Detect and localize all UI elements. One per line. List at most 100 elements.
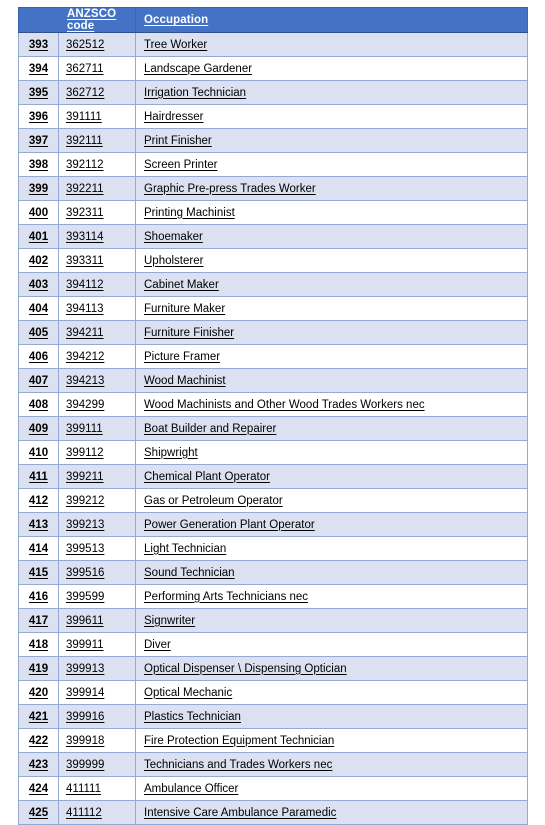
cell-occupation[interactable]: Optical Mechanic (135, 680, 528, 705)
cell-occupation[interactable]: Chemical Plant Operator (135, 464, 528, 489)
table-row[interactable]: 418 399911 Diver (18, 632, 528, 657)
table-row[interactable]: 408 394299 Wood Machinists and Other Wood … (18, 392, 528, 417)
table-row[interactable]: 415 399516 Sound Technician (18, 560, 528, 585)
cell-anzsco-code[interactable]: 393311 (58, 248, 136, 273)
table-row[interactable]: 393 362512 Tree Worker (18, 32, 528, 57)
table-row[interactable]: 394 362711 Landscape Gardener (18, 56, 528, 81)
cell-occupation[interactable]: Print Finisher (135, 128, 528, 153)
cell-occupation[interactable]: Tree Worker (135, 32, 528, 57)
cell-occupation[interactable]: Irrigation Technician (135, 80, 528, 105)
cell-occupation[interactable]: Screen Printer (135, 152, 528, 177)
cell-anzsco-code[interactable]: 399916 (58, 704, 136, 729)
cell-occupation[interactable]: Gas or Petroleum Operator (135, 488, 528, 513)
cell-anzsco-code[interactable]: 399999 (58, 752, 136, 777)
table-row[interactable]: 407 394213 Wood Machinist (18, 368, 528, 393)
cell-occupation[interactable]: Fire Protection Equipment Technician (135, 728, 528, 753)
cell-anzsco-code[interactable]: 399611 (58, 608, 136, 633)
cell-row-number[interactable]: 408 (18, 392, 59, 417)
cell-occupation[interactable]: Sound Technician (135, 560, 528, 585)
cell-occupation[interactable]: Signwriter (135, 608, 528, 633)
cell-row-number[interactable]: 411 (18, 464, 59, 489)
table-row[interactable]: 404 394113 Furniture Maker (18, 296, 528, 321)
table-row[interactable]: 422 399918 Fire Protection Equipment Techn… (18, 728, 528, 753)
cell-anzsco-code[interactable]: 392211 (58, 176, 136, 201)
table-row[interactable]: 403 394112 Cabinet Maker (18, 272, 528, 297)
cell-row-number[interactable]: 395 (18, 80, 59, 105)
cell-anzsco-code[interactable]: 393114 (58, 224, 136, 249)
table-row[interactable]: 412 399212 Gas or Petroleum Operator (18, 488, 528, 513)
table-row[interactable]: 423 399999 Technicians and Trades Workers … (18, 752, 528, 777)
cell-row-number[interactable]: 419 (18, 656, 59, 681)
cell-anzsco-code[interactable]: 399911 (58, 632, 136, 657)
table-row[interactable]: 397 392111 Print Finisher (18, 128, 528, 153)
table-row[interactable]: 405 394211 Furniture Finisher (18, 320, 528, 345)
cell-anzsco-code[interactable]: 411111 (58, 776, 136, 801)
cell-row-number[interactable]: 417 (18, 608, 59, 633)
cell-occupation[interactable]: Furniture Maker (135, 296, 528, 321)
table-row[interactable]: 416 399599 Performing Arts Technicians nec (18, 584, 528, 609)
table-row[interactable]: 406 394212 Picture Framer (18, 344, 528, 369)
cell-anzsco-code[interactable]: 399599 (58, 584, 136, 609)
cell-occupation[interactable]: Wood Machinist (135, 368, 528, 393)
cell-occupation[interactable]: Shoemaker (135, 224, 528, 249)
cell-row-number[interactable]: 410 (18, 440, 59, 465)
cell-occupation[interactable]: Cabinet Maker (135, 272, 528, 297)
table-row[interactable]: 395 362712 Irrigation Technician (18, 80, 528, 105)
cell-row-number[interactable]: 400 (18, 200, 59, 225)
table-row[interactable]: 398 392112 Screen Printer (18, 152, 528, 177)
cell-anzsco-code[interactable]: 411112 (58, 800, 136, 825)
cell-row-number[interactable]: 424 (18, 776, 59, 801)
table-row[interactable]: 420 399914 Optical Mechanic (18, 680, 528, 705)
cell-row-number[interactable]: 422 (18, 728, 59, 753)
cell-anzsco-code[interactable]: 399914 (58, 680, 136, 705)
table-row[interactable]: 401 393114 Shoemaker (18, 224, 528, 249)
cell-row-number[interactable]: 413 (18, 512, 59, 537)
cell-occupation[interactable]: Intensive Care Ambulance Paramedic (135, 800, 528, 825)
cell-occupation[interactable]: Performing Arts Technicians nec (135, 584, 528, 609)
cell-anzsco-code[interactable]: 399516 (58, 560, 136, 585)
column-header-anzsco-code[interactable]: ANZSCO code (58, 7, 136, 33)
cell-anzsco-code[interactable]: 399111 (58, 416, 136, 441)
cell-occupation[interactable]: Shipwright (135, 440, 528, 465)
cell-occupation[interactable]: Light Technician (135, 536, 528, 561)
cell-anzsco-code[interactable]: 394212 (58, 344, 136, 369)
cell-anzsco-code[interactable]: 394213 (58, 368, 136, 393)
cell-anzsco-code[interactable]: 399913 (58, 656, 136, 681)
table-row[interactable]: 410 399112 Shipwright (18, 440, 528, 465)
cell-anzsco-code[interactable]: 391111 (58, 104, 136, 129)
cell-occupation[interactable]: Diver (135, 632, 528, 657)
cell-occupation[interactable]: Landscape Gardener (135, 56, 528, 81)
cell-row-number[interactable]: 401 (18, 224, 59, 249)
cell-occupation[interactable]: Wood Machinists and Other Wood Trades Wo… (135, 392, 528, 417)
cell-row-number[interactable]: 394 (18, 56, 59, 81)
column-header-row-number[interactable] (18, 7, 59, 33)
cell-row-number[interactable]: 399 (18, 176, 59, 201)
cell-anzsco-code[interactable]: 362711 (58, 56, 136, 81)
table-row[interactable]: 425 411112 Intensive Care Ambulance Parame… (18, 800, 528, 825)
cell-anzsco-code[interactable]: 394112 (58, 272, 136, 297)
table-row[interactable]: 400 392311 Printing Machinist (18, 200, 528, 225)
cell-row-number[interactable]: 396 (18, 104, 59, 129)
cell-occupation[interactable]: Optical Dispenser \ Dispensing Optician (135, 656, 528, 681)
cell-anzsco-code[interactable]: 392111 (58, 128, 136, 153)
cell-row-number[interactable]: 393 (18, 32, 59, 57)
cell-row-number[interactable]: 397 (18, 128, 59, 153)
table-row[interactable]: 396 391111 Hairdresser (18, 104, 528, 129)
cell-occupation[interactable]: Graphic Pre-press Trades Worker (135, 176, 528, 201)
cell-row-number[interactable]: 405 (18, 320, 59, 345)
column-header-occupation[interactable]: Occupation (135, 7, 528, 33)
table-row[interactable]: 419 399913 Optical Dispenser \ Dispensing … (18, 656, 528, 681)
cell-anzsco-code[interactable]: 362512 (58, 32, 136, 57)
cell-row-number[interactable]: 398 (18, 152, 59, 177)
table-row[interactable]: 402 393311 Upholsterer (18, 248, 528, 273)
cell-row-number[interactable]: 420 (18, 680, 59, 705)
cell-anzsco-code[interactable]: 399513 (58, 536, 136, 561)
cell-row-number[interactable]: 412 (18, 488, 59, 513)
cell-row-number[interactable]: 421 (18, 704, 59, 729)
cell-row-number[interactable]: 403 (18, 272, 59, 297)
cell-anzsco-code[interactable]: 399112 (58, 440, 136, 465)
cell-row-number[interactable]: 423 (18, 752, 59, 777)
cell-anzsco-code[interactable]: 399213 (58, 512, 136, 537)
cell-row-number[interactable]: 418 (18, 632, 59, 657)
table-row[interactable]: 421 399916 Plastics Technician (18, 704, 528, 729)
